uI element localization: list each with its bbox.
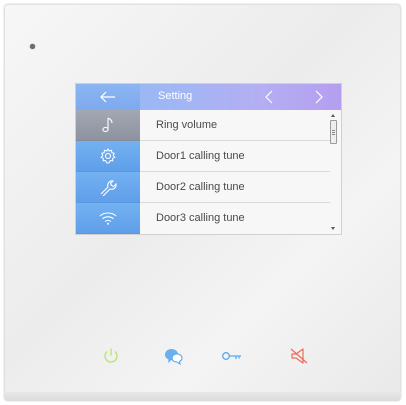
power-button[interactable] (100, 346, 122, 366)
list-item[interactable]: Door1 calling tune (140, 141, 330, 172)
arrow-left-icon (100, 91, 115, 103)
sidebar-item-network[interactable] (76, 203, 140, 234)
list-item-label: Door1 calling tune (156, 150, 245, 162)
sidebar (76, 110, 140, 234)
scroll-up-arrow-icon[interactable] (331, 114, 335, 117)
music-note-icon (102, 117, 113, 133)
sidebar-item-tools[interactable] (76, 172, 140, 203)
power-icon (104, 348, 118, 363)
mute-button[interactable] (289, 346, 311, 366)
list-item[interactable]: Door2 calling tune (140, 172, 330, 203)
chevron-right-icon (315, 90, 323, 104)
gear-icon (100, 148, 116, 164)
settings-list: Ring volume Door1 calling tune Door2 cal… (140, 110, 341, 234)
unlock-button[interactable] (221, 346, 243, 366)
scrollbar-thumb[interactable] (330, 120, 337, 144)
list-item[interactable]: Door3 calling tune (140, 203, 330, 233)
intercom-chat-icon (165, 349, 183, 366)
mute-speaker-icon (290, 348, 308, 364)
display-screen: Setting Ring volume Door1 calling tune D… (76, 84, 341, 234)
back-button[interactable] (76, 84, 140, 110)
scrollbar[interactable] (329, 114, 337, 232)
list-item-label: Door3 calling tune (156, 212, 245, 224)
scroll-down-arrow-icon[interactable] (331, 227, 335, 230)
list-item-label: Ring volume (156, 119, 218, 131)
list-item[interactable]: Ring volume (140, 110, 330, 141)
list-item-label: Door2 calling tune (156, 181, 245, 193)
previous-page-button[interactable] (262, 89, 278, 105)
wifi-icon (99, 212, 117, 225)
intercom-button[interactable] (162, 346, 184, 366)
page-title: Setting (158, 90, 193, 102)
next-page-button[interactable] (310, 89, 326, 105)
sidebar-item-sound[interactable] (76, 110, 140, 141)
chevron-left-icon (265, 90, 273, 104)
wrench-icon (100, 180, 117, 196)
panel-bottom-edge (4, 392, 401, 401)
title-bar: Setting (76, 84, 341, 110)
key-icon (222, 352, 241, 360)
sidebar-item-settings[interactable] (76, 141, 140, 172)
camera-lens (30, 44, 35, 49)
